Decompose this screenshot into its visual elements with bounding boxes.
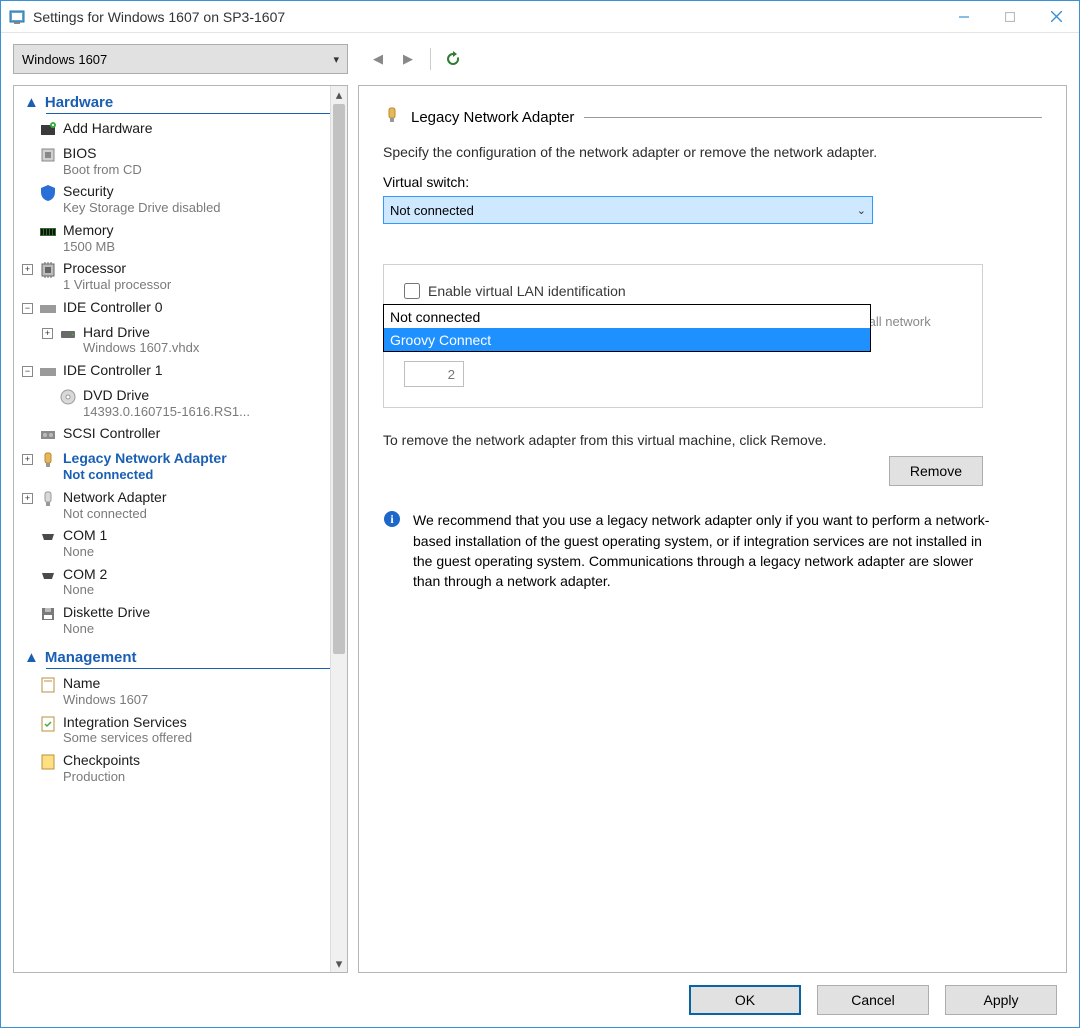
node-diskette[interactable]: Diskette DriveNone — [18, 601, 347, 639]
scrollbar-thumb[interactable] — [333, 104, 345, 654]
back-button[interactable]: ◀ — [364, 45, 392, 73]
node-bios[interactable]: BIOSBoot from CD — [18, 142, 347, 180]
option-groovy-connect[interactable]: Groovy Connect — [384, 328, 870, 351]
hardware-tree: ▲ Hardware Add Hardware BIOSBoot from CD… — [13, 85, 348, 973]
diskette-icon — [39, 605, 57, 623]
controller-icon — [39, 363, 57, 381]
network-adapter-icon — [39, 490, 57, 508]
minimize-button[interactable] — [941, 1, 987, 33]
node-processor[interactable]: + Processor1 Virtual processor — [18, 257, 347, 295]
remove-description: To remove the network adapter from this … — [383, 432, 827, 448]
section-hardware[interactable]: ▲ Hardware — [18, 90, 347, 113]
ok-button[interactable]: OK — [689, 985, 801, 1015]
node-name[interactable]: NameWindows 1607 — [18, 672, 347, 710]
info-icon: i — [383, 510, 401, 591]
serial-port-icon — [39, 567, 57, 585]
node-legacy-network-adapter[interactable]: + Legacy Network AdapterNot connected — [18, 447, 347, 485]
maximize-button[interactable] — [987, 1, 1033, 33]
node-memory[interactable]: Memory1500 MB — [18, 219, 347, 257]
node-add-hardware[interactable]: Add Hardware — [18, 117, 347, 142]
collapse-icon: ▲ — [24, 649, 39, 666]
hdd-icon — [59, 325, 77, 343]
virtual-switch-combobox[interactable]: Not connected ⌄ — [383, 196, 873, 224]
cpu-icon — [39, 261, 57, 279]
section-management[interactable]: ▲ Management — [18, 645, 347, 668]
vm-selector[interactable]: Windows 1607 ▾ — [13, 44, 348, 74]
pane-title: Legacy Network Adapter — [383, 106, 1042, 128]
node-scsi[interactable]: SCSI Controller — [18, 422, 347, 447]
cancel-button[interactable]: Cancel — [817, 985, 929, 1015]
expand-icon[interactable]: + — [42, 328, 53, 339]
scsi-icon — [39, 426, 57, 444]
memory-icon — [39, 223, 57, 241]
vswitch-label: Virtual switch: — [383, 174, 1042, 190]
window-title: Settings for Windows 1607 on SP3-1607 — [33, 9, 941, 25]
pane-description: Specify the configuration of the network… — [383, 144, 1042, 160]
info-text: We recommend that you use a legacy netwo… — [413, 510, 993, 591]
controller-icon — [39, 300, 57, 318]
app-icon — [9, 9, 25, 25]
node-security[interactable]: SecurityKey Storage Drive disabled — [18, 180, 347, 218]
chip-icon — [39, 146, 57, 164]
vlan-checkbox-input[interactable] — [404, 283, 420, 299]
node-com1[interactable]: COM 1None — [18, 524, 347, 562]
apply-button[interactable]: Apply — [945, 985, 1057, 1015]
tree-scrollbar[interactable]: ▴ ▾ — [330, 86, 347, 972]
divider — [430, 48, 431, 70]
chevron-down-icon: ▾ — [333, 53, 339, 66]
toolbar: Windows 1607 ▾ ◀ ▶ — [1, 33, 1079, 85]
expand-icon[interactable]: + — [22, 264, 33, 275]
network-adapter-legacy-icon — [39, 451, 57, 469]
chevron-down-icon: ⌄ — [857, 204, 866, 217]
expand-icon[interactable]: + — [22, 454, 33, 465]
dialog-footer: OK Cancel Apply — [1, 973, 1079, 1027]
node-dvddrive[interactable]: DVD Drive14393.0.160715-1616.RS1... — [18, 384, 347, 422]
virtual-switch-dropdown: Not connected Groovy Connect — [383, 304, 871, 352]
add-hardware-icon — [39, 121, 57, 139]
titlebar: Settings for Windows 1607 on SP3-1607 — [1, 1, 1079, 33]
collapse-icon[interactable]: − — [22, 303, 33, 314]
name-icon — [39, 676, 57, 694]
option-not-connected[interactable]: Not connected — [384, 305, 870, 328]
checkpoint-icon — [39, 753, 57, 771]
disc-icon — [59, 388, 77, 406]
info-panel: i We recommend that you use a legacy net… — [383, 510, 993, 591]
scroll-down-icon[interactable]: ▾ — [331, 955, 347, 972]
node-checkpoints[interactable]: CheckpointsProduction — [18, 749, 347, 787]
vm-selector-label: Windows 1607 — [22, 52, 107, 67]
expand-icon[interactable]: + — [22, 493, 33, 504]
combobox-value: Not connected — [390, 203, 474, 218]
scroll-up-icon[interactable]: ▴ — [331, 86, 347, 103]
shield-icon — [39, 184, 57, 202]
close-button[interactable] — [1033, 1, 1079, 33]
network-adapter-legacy-icon — [383, 106, 401, 128]
integration-icon — [39, 715, 57, 733]
serial-port-icon — [39, 528, 57, 546]
collapse-icon[interactable]: − — [22, 366, 33, 377]
refresh-button[interactable] — [439, 45, 467, 73]
forward-button[interactable]: ▶ — [394, 45, 422, 73]
node-com2[interactable]: COM 2None — [18, 563, 347, 601]
node-harddrive[interactable]: + Hard DriveWindows 1607.vhdx — [18, 321, 347, 359]
node-integration[interactable]: Integration ServicesSome services offere… — [18, 711, 347, 749]
remove-button[interactable]: Remove — [889, 456, 983, 486]
node-ide0[interactable]: − IDE Controller 0 — [18, 296, 347, 321]
settings-pane: Legacy Network Adapter Specify the confi… — [358, 85, 1067, 973]
node-network-adapter[interactable]: + Network AdapterNot connected — [18, 486, 347, 524]
vlan-id-input[interactable] — [404, 361, 464, 387]
vlan-checkbox[interactable]: Enable virtual LAN identification — [404, 283, 962, 299]
collapse-icon: ▲ — [24, 94, 39, 111]
node-ide1[interactable]: − IDE Controller 1 — [18, 359, 347, 384]
